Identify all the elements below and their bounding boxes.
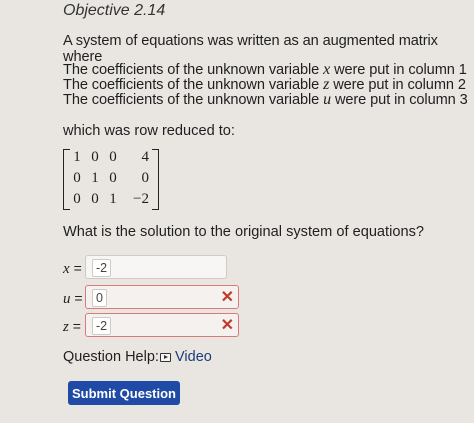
matrix-cell: 4 bbox=[141, 149, 150, 165]
matrix-cell: 0 bbox=[91, 191, 99, 207]
coef-variable: u bbox=[323, 91, 332, 108]
answer-box-x[interactable]: -2 bbox=[85, 255, 227, 279]
answer-input-z[interactable]: -2 bbox=[92, 317, 112, 335]
matrix-cell: −2 bbox=[133, 191, 149, 207]
coef-suffix: were put in column 3 bbox=[331, 92, 468, 108]
answer-box-z[interactable]: -2 ✕ bbox=[85, 313, 239, 337]
matrix-cell: 0 bbox=[109, 170, 117, 186]
matrix-cell: 0 bbox=[91, 149, 99, 165]
question-text: What is the solution to the original sys… bbox=[63, 224, 424, 240]
incorrect-x-icon: ✕ bbox=[220, 289, 234, 306]
question-help-label: Question Help: bbox=[63, 349, 159, 365]
equals-sign: = bbox=[72, 318, 81, 334]
augmented-matrix: 1 0 0 4 0 1 0 0 0 0 1 −2 bbox=[63, 148, 159, 210]
submit-question-button[interactable]: Submit Question bbox=[68, 381, 180, 405]
coef-prefix: The coefficients of the unknown variable bbox=[63, 92, 324, 108]
matrix-cell: 1 bbox=[91, 170, 99, 186]
incorrect-x-icon: ✕ bbox=[220, 317, 234, 334]
video-help-link[interactable]: Video bbox=[160, 349, 212, 365]
equals-sign: = bbox=[73, 260, 82, 276]
answer-input-x[interactable]: -2 bbox=[92, 259, 112, 277]
answer-variable: z bbox=[63, 319, 69, 335]
matrix-cell: 1 bbox=[109, 191, 117, 207]
matrix-cell: 0 bbox=[73, 170, 81, 186]
answer-variable: u bbox=[63, 291, 71, 307]
video-link-label[interactable]: Video bbox=[175, 349, 212, 365]
answer-variable: x bbox=[63, 261, 70, 277]
answer-label-u: u = bbox=[63, 290, 83, 308]
answer-label-x: x = bbox=[63, 260, 82, 278]
answer-box-u[interactable]: 0 ✕ bbox=[85, 285, 239, 309]
reduced-text: which was row reduced to: bbox=[63, 123, 235, 139]
answer-label-z: z = bbox=[63, 318, 81, 336]
matrix-right-bracket bbox=[152, 149, 159, 210]
matrix-cell: 0 bbox=[141, 170, 150, 186]
answer-input-u[interactable]: 0 bbox=[92, 289, 107, 307]
matrix-cell: 1 bbox=[73, 149, 81, 165]
matrix-cell: 0 bbox=[109, 149, 117, 165]
video-play-icon bbox=[160, 352, 171, 362]
matrix-cell: 0 bbox=[73, 191, 81, 207]
equals-sign: = bbox=[74, 290, 83, 306]
objective-title: Objective 2.14 bbox=[63, 2, 166, 19]
matrix-left-bracket bbox=[63, 149, 70, 210]
coefficient-line-u: The coefficients of the unknown variable… bbox=[63, 91, 468, 109]
